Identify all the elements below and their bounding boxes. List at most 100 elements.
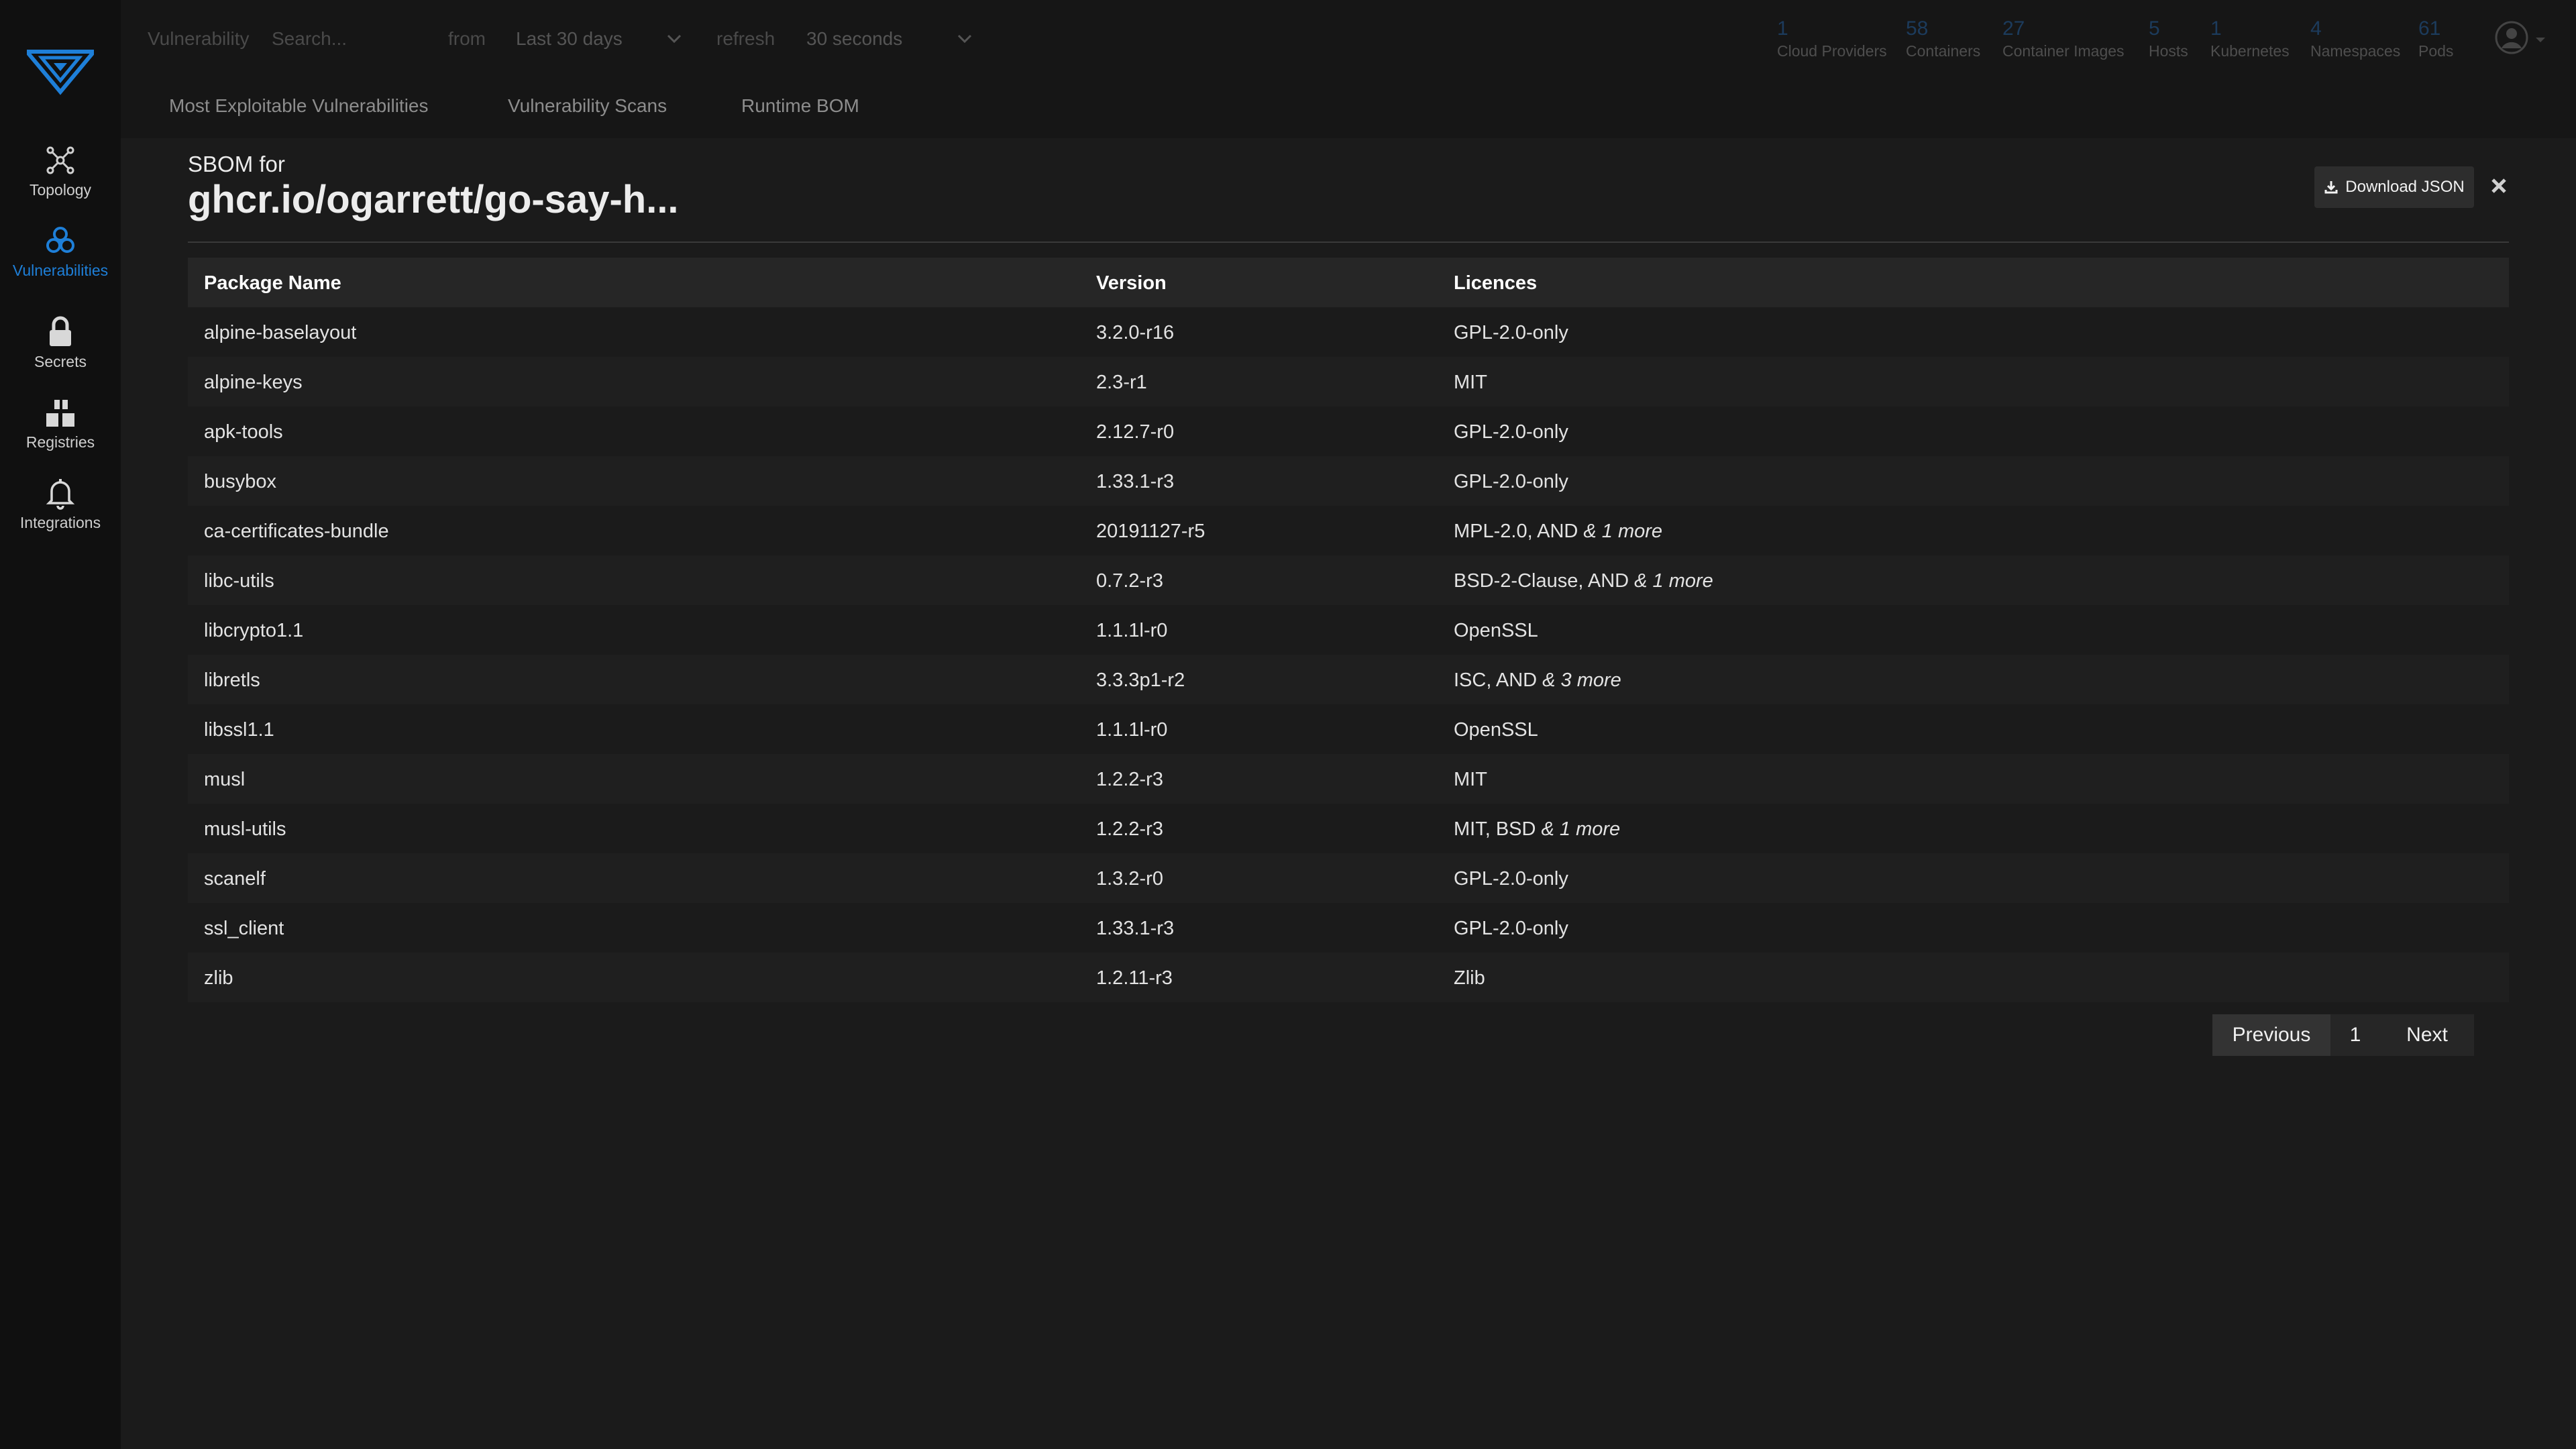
divider xyxy=(188,241,2509,243)
licence-cell: GPL-2.0-only xyxy=(1454,471,1568,493)
sidebar-item-secrets[interactable]: Secrets xyxy=(0,315,121,371)
next-page-button[interactable]: Next xyxy=(2380,1014,2474,1056)
licence-cell: OpenSSL xyxy=(1454,620,1538,642)
tab-runtime-bom[interactable]: Runtime BOM xyxy=(741,95,859,117)
licence-cell: GPL-2.0-only xyxy=(1454,421,1568,443)
table-row[interactable]: ca-certificates-bundle 20191127-r5 MPL-2.0… xyxy=(188,506,2509,555)
version-cell: 2.12.7-r0 xyxy=(1096,421,1175,443)
version-cell: 1.1.1l-r0 xyxy=(1096,620,1168,641)
licence-text: OpenSSL xyxy=(1454,719,1538,741)
biohazard-icon xyxy=(46,227,74,253)
licence-cell: MIT, BSD & 1 more xyxy=(1454,818,1620,841)
licence-text: BSD-2-Clause, AND xyxy=(1454,570,1629,592)
chevron-down-icon[interactable] xyxy=(664,28,684,48)
licence-text: MIT xyxy=(1454,372,1487,393)
chevron-down-icon[interactable] xyxy=(2533,32,2548,47)
licence-cell: GPL-2.0-only xyxy=(1454,322,1568,344)
top-bar: Vulnerability Search... from Last 30 day… xyxy=(121,0,2576,80)
licence-cell: ISC, AND & 3 more xyxy=(1454,669,1621,692)
table-row[interactable]: alpine-keys 2.3-r1 MIT xyxy=(188,357,2509,407)
time-range-select[interactable]: Last 30 days xyxy=(516,28,623,50)
version-cell: 3.2.0-r16 xyxy=(1096,322,1175,343)
download-json-button[interactable]: Download JSON xyxy=(2314,166,2474,208)
version-cell: 1.33.1-r3 xyxy=(1096,471,1175,492)
download-label: Download JSON xyxy=(2345,178,2465,196)
table-row[interactable]: musl 1.2.2-r3 MIT xyxy=(188,754,2509,804)
stat-container-images[interactable]: 27 Container Images xyxy=(2002,19,2125,60)
filter-label: Vulnerability xyxy=(148,28,250,49)
table-row[interactable]: busybox 1.33.1-r3 GPL-2.0-only xyxy=(188,456,2509,506)
column-header[interactable]: Package Name xyxy=(204,272,341,294)
close-icon[interactable] xyxy=(2489,176,2509,196)
sidebar-item-topology[interactable]: Topology xyxy=(0,144,121,199)
table-row[interactable]: alpine-baselayout 3.2.0-r16 GPL-2.0-only xyxy=(188,307,2509,357)
sbom-table: Package Name Version Licences alpine-bas… xyxy=(188,258,2509,1002)
licence-text: MIT, BSD xyxy=(1454,818,1536,840)
page-title: ghcr.io/ogarrett/go-say-h... xyxy=(188,178,679,221)
licence-text: MIT xyxy=(1454,769,1487,790)
sidebar-item-vulnerabilities[interactable]: Vulnerabilities xyxy=(0,224,121,280)
chevron-down-icon[interactable] xyxy=(955,28,975,48)
licence-text: GPL-2.0-only xyxy=(1454,868,1568,890)
licence-more-link[interactable]: & 1 more xyxy=(1583,521,1662,542)
version-cell: 20191127-r5 xyxy=(1096,521,1205,542)
table-row[interactable]: ssl_client 1.33.1-r3 GPL-2.0-only xyxy=(188,903,2509,953)
licence-cell: Zlib xyxy=(1454,967,1485,989)
stat-kubernetes[interactable]: 1 Kubernetes xyxy=(2210,19,2290,60)
licence-text: GPL-2.0-only xyxy=(1454,471,1568,492)
table-row[interactable]: libretls 3.3.3p1-r2 ISC, AND & 3 more xyxy=(188,655,2509,704)
sidebar-item-registries[interactable]: Registries xyxy=(0,396,121,451)
stat-cloud-providers[interactable]: 1 Cloud Providers xyxy=(1777,19,1887,60)
licence-text: Zlib xyxy=(1454,967,1485,989)
table-row[interactable]: libssl1.1 1.1.1l-r0 OpenSSL xyxy=(188,704,2509,754)
licence-cell: OpenSSL xyxy=(1454,719,1538,741)
package-name-cell: alpine-keys xyxy=(204,372,303,393)
package-name-cell: musl xyxy=(204,769,246,790)
licence-more-link[interactable]: & 1 more xyxy=(1542,818,1621,840)
stat-containers[interactable]: 58 Containers xyxy=(1906,19,1980,60)
sidebar-item-integrations[interactable]: Integrations xyxy=(0,476,121,532)
panel-subtitle: SBOM for xyxy=(188,152,285,176)
package-name-cell: apk-tools xyxy=(204,421,283,443)
bell-icon xyxy=(46,479,75,510)
package-name-cell: libssl1.1 xyxy=(204,719,274,741)
licence-text: ISC, AND xyxy=(1454,669,1538,691)
table-row[interactable]: apk-tools 2.12.7-r0 GPL-2.0-only xyxy=(188,407,2509,456)
version-cell: 1.33.1-r3 xyxy=(1096,918,1175,939)
licence-text: GPL-2.0-only xyxy=(1454,421,1568,443)
page-number-button[interactable]: 1 xyxy=(2330,1014,2380,1056)
stat-hosts[interactable]: 5 Hosts xyxy=(2149,19,2188,60)
user-avatar-icon[interactable] xyxy=(2494,20,2529,55)
lock-icon xyxy=(50,316,71,346)
licence-cell: MIT xyxy=(1454,372,1487,394)
pagination: Previous 1 Next xyxy=(2212,1014,2474,1056)
package-name-cell: scanelf xyxy=(204,868,266,890)
stat-pods[interactable]: 61 Pods xyxy=(2418,19,2453,60)
licence-cell: MIT xyxy=(1454,769,1487,791)
search-input[interactable]: Search... xyxy=(272,28,347,50)
licence-cell: GPL-2.0-only xyxy=(1454,918,1568,940)
refresh-label: refresh xyxy=(716,28,775,49)
licence-more-link[interactable]: & 1 more xyxy=(1634,570,1713,592)
version-cell: 1.2.11-r3 xyxy=(1096,967,1173,989)
licence-cell: BSD-2-Clause, AND & 1 more xyxy=(1454,570,1713,592)
table-header: Package Name Version Licences xyxy=(188,258,2509,307)
licence-more-link[interactable]: & 3 more xyxy=(1542,669,1621,691)
refresh-interval-select[interactable]: 30 seconds xyxy=(806,28,902,50)
stat-namespaces[interactable]: 4 Namespaces xyxy=(2310,19,2400,60)
tab-most-exploitable[interactable]: Most Exploitable Vulnerabilities xyxy=(169,95,429,117)
table-row[interactable]: musl-utils 1.2.2-r3 MIT, BSD & 1 more xyxy=(188,804,2509,853)
table-row[interactable]: zlib 1.2.11-r3 Zlib xyxy=(188,953,2509,1002)
tab-bar: Most Exploitable Vulnerabilities Vulnera… xyxy=(121,80,2576,138)
sidebar-item-label: Integrations xyxy=(19,514,101,531)
table-row[interactable]: libc-utils 0.7.2-r3 BSD-2-Clause, AND & 1 … xyxy=(188,555,2509,605)
logo[interactable] xyxy=(27,48,94,95)
table-row[interactable]: libcrypto1.1 1.1.1l-r0 OpenSSL xyxy=(188,605,2509,655)
table-row[interactable]: scanelf 1.3.2-r0 GPL-2.0-only xyxy=(188,853,2509,903)
version-cell: 3.3.3p1-r2 xyxy=(1096,669,1185,691)
package-name-cell: ca-certificates-bundle xyxy=(204,521,389,542)
tab-vulnerability-scans[interactable]: Vulnerability Scans xyxy=(508,95,667,117)
column-header[interactable]: Licences xyxy=(1454,272,1537,294)
column-header[interactable]: Version xyxy=(1096,272,1167,294)
previous-page-button[interactable]: Previous xyxy=(2212,1014,2330,1056)
